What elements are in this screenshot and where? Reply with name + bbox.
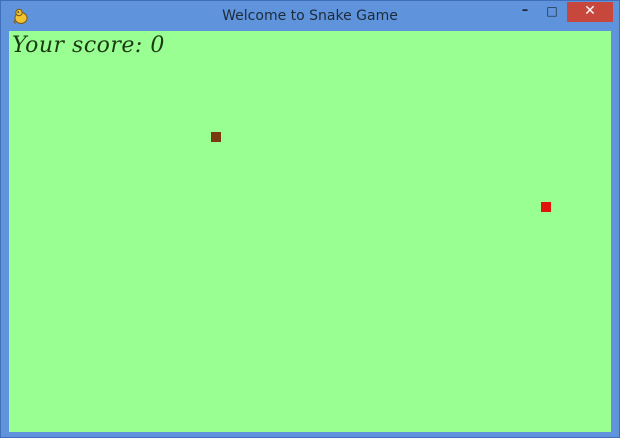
game-window: Welcome to Snake Game – □ ✕ Your score: …: [0, 0, 620, 438]
minimize-button[interactable]: –: [512, 2, 538, 22]
maximize-button[interactable]: □: [539, 2, 565, 22]
food-item: [541, 202, 551, 212]
snake-head: [211, 132, 221, 142]
title-bar[interactable]: Welcome to Snake Game – □ ✕: [1, 1, 619, 31]
close-button[interactable]: ✕: [567, 2, 613, 22]
game-canvas[interactable]: Your score: 0: [9, 31, 611, 432]
score-label: Your score: 0: [12, 33, 165, 58]
